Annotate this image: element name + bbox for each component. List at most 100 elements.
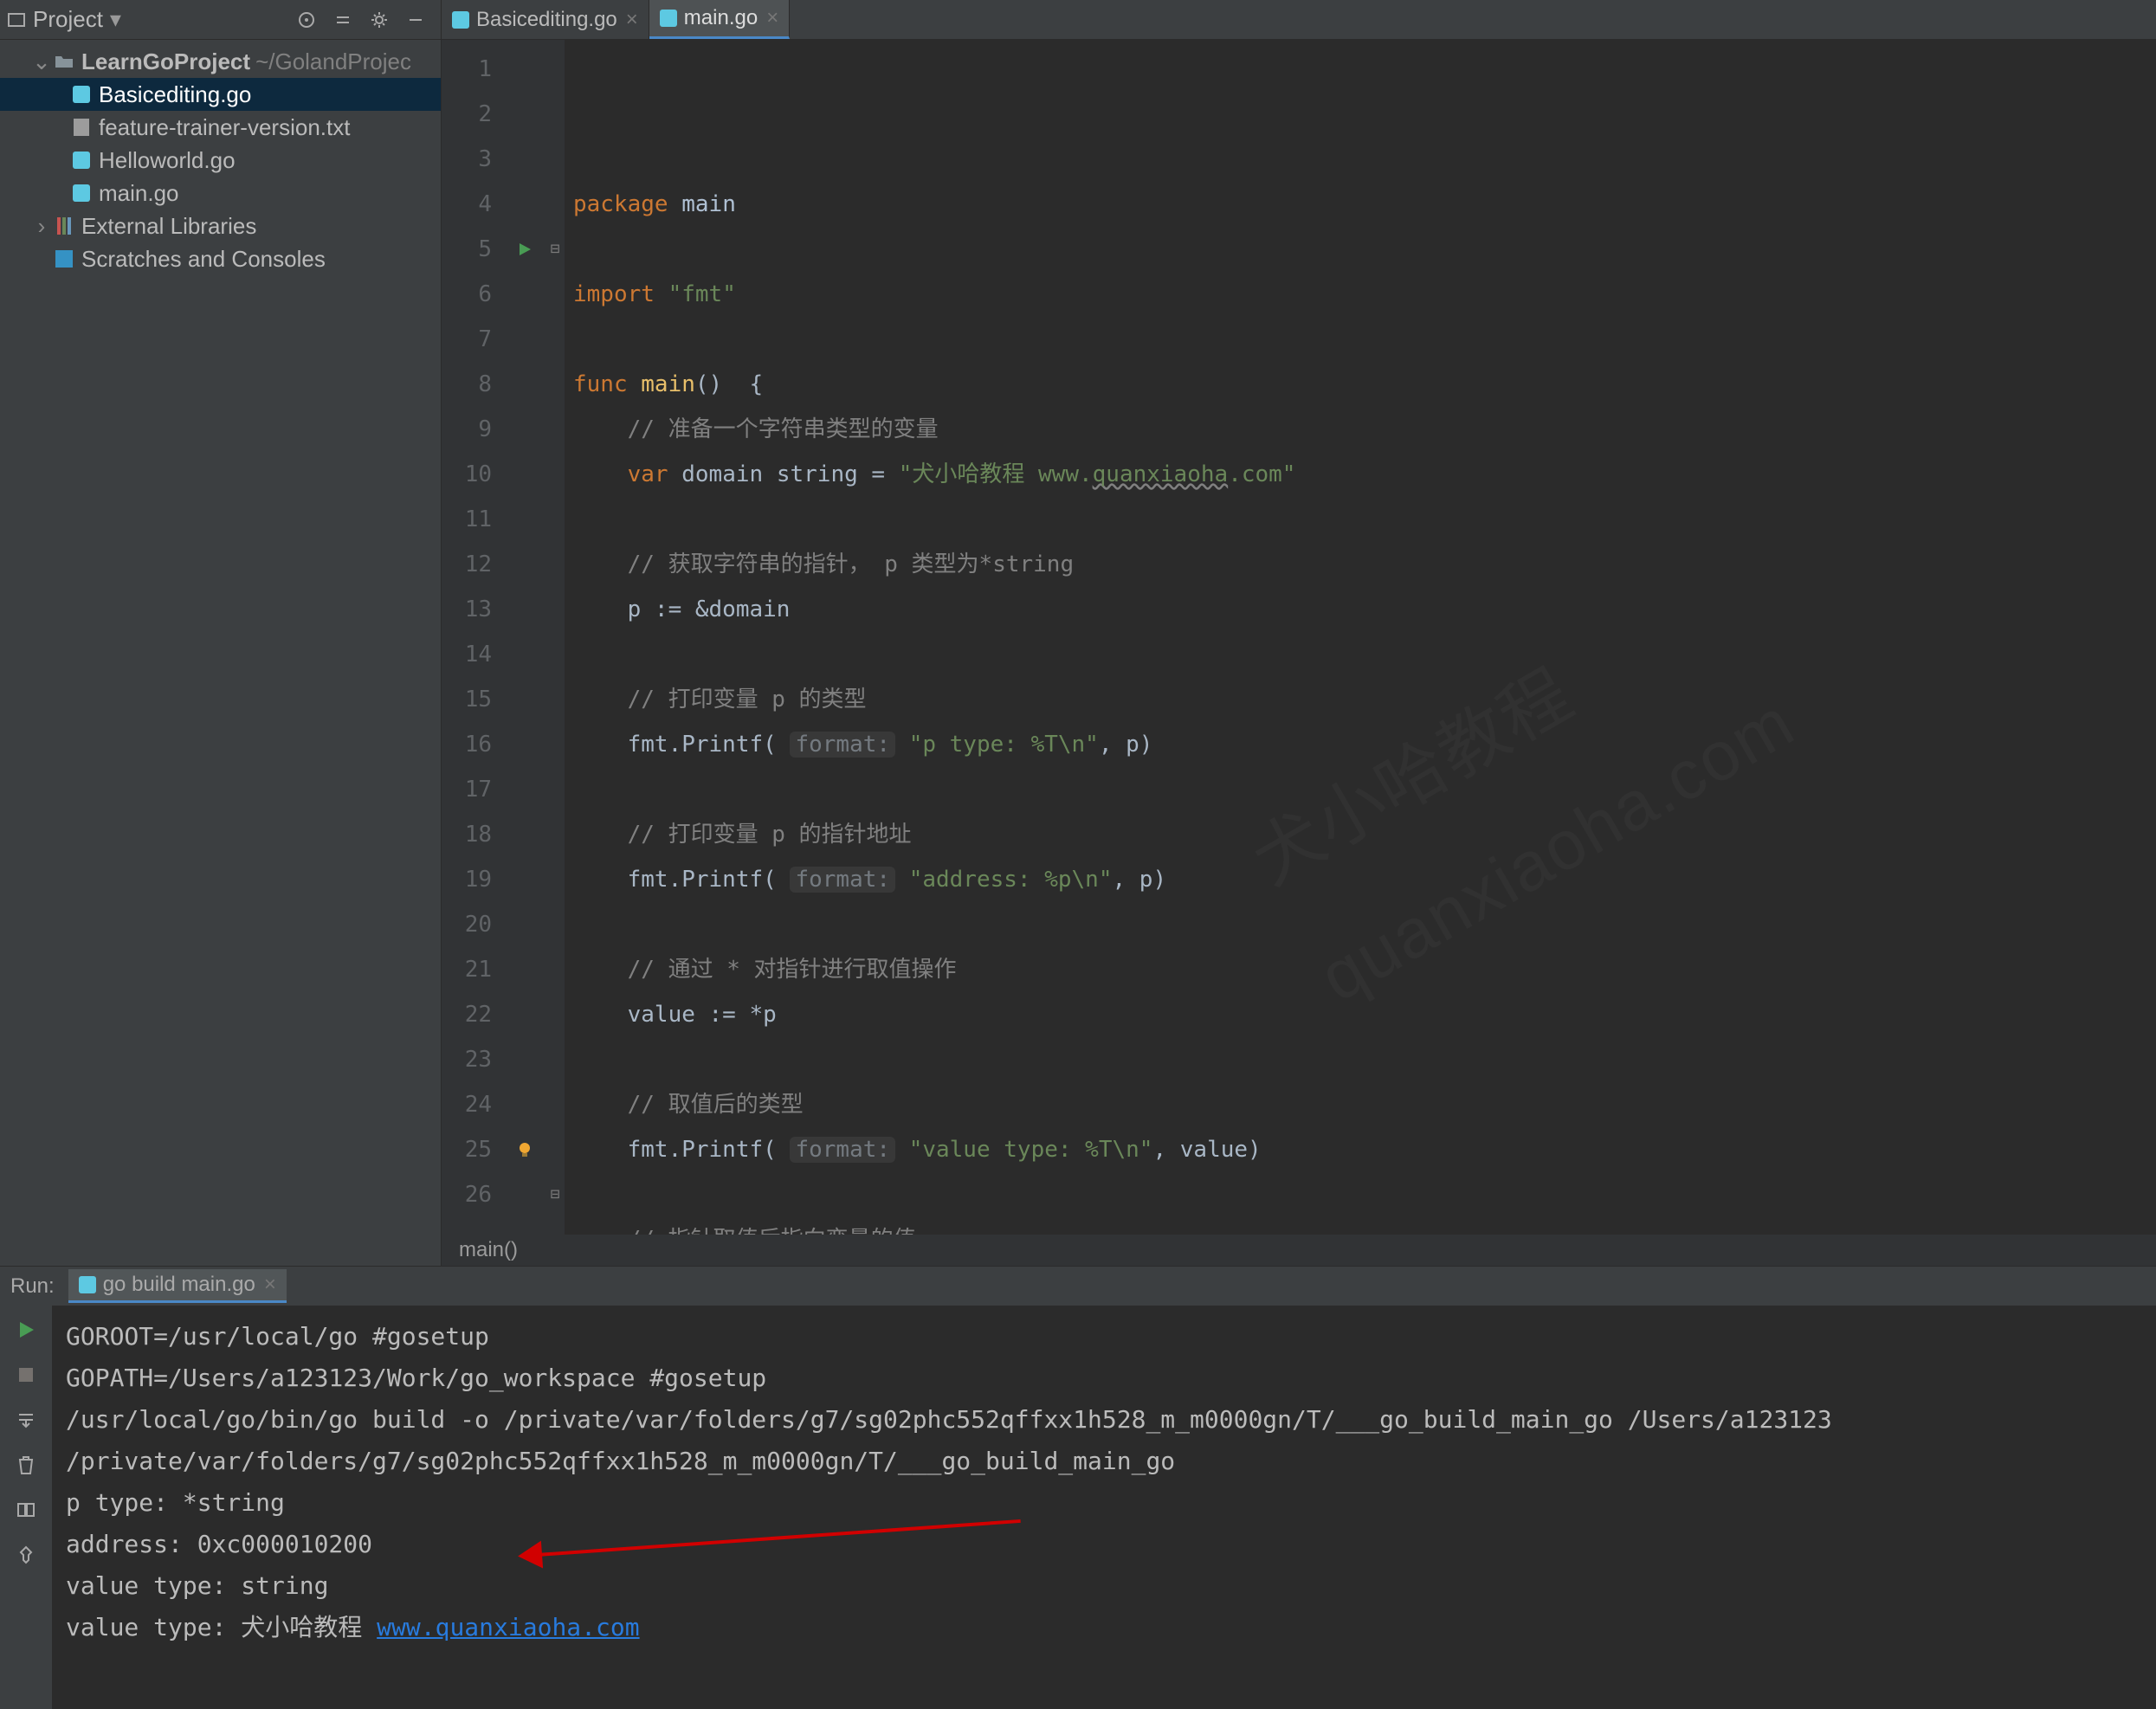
- target-icon[interactable]: [297, 10, 316, 29]
- tree-root-label: LearnGoProject: [81, 48, 250, 75]
- go-file-icon: [69, 86, 94, 103]
- console-line: GOPATH=/Users/a123123/Work/go_workspace …: [66, 1358, 2142, 1399]
- code-line[interactable]: // 通过 * 对指针进行取值操作: [573, 947, 2156, 992]
- breadcrumb-label: main(): [459, 1238, 518, 1262]
- scratch-icon: [52, 250, 76, 268]
- go-file-icon: [660, 10, 677, 27]
- hide-icon[interactable]: [406, 10, 425, 29]
- run-header: Run: go build main.go ×: [0, 1266, 2156, 1306]
- console-toolbar: [0, 1306, 52, 1709]
- code-line[interactable]: [573, 1037, 2156, 1082]
- console-output[interactable]: GOROOT=/usr/local/go #gosetupGOPATH=/Use…: [52, 1306, 2156, 1709]
- code-line[interactable]: [573, 632, 2156, 677]
- run-label: Run:: [10, 1274, 55, 1299]
- project-header: Project ▾: [0, 0, 441, 40]
- breadcrumb[interactable]: main(): [442, 1235, 2156, 1266]
- collapse-icon[interactable]: [333, 10, 352, 29]
- intention-bulb-icon[interactable]: [516, 1141, 533, 1158]
- down-icon[interactable]: [16, 1409, 36, 1430]
- chevron-down-icon[interactable]: ⌄: [31, 48, 52, 75]
- editor-tab[interactable]: Basicediting.go ×: [442, 0, 649, 39]
- code-view[interactable]: 犬小哈教程 quanxiaoha.com package main import…: [565, 40, 2156, 1235]
- tree-file-label: main.go: [99, 180, 179, 207]
- editor-area: Basicediting.go × main.go × 123456789101…: [442, 0, 2156, 1266]
- run-tab[interactable]: go build main.go ×: [68, 1269, 287, 1303]
- code-line[interactable]: fmt.Printf( format: "value type: %T\n", …: [573, 1127, 2156, 1172]
- console-line: /usr/local/go/bin/go build -o /private/v…: [66, 1399, 2142, 1441]
- editor-tab-bar: Basicediting.go × main.go ×: [442, 0, 2156, 40]
- console-line: p type: *string: [66, 1482, 2142, 1524]
- code-line[interactable]: [573, 767, 2156, 812]
- code-line[interactable]: [573, 227, 2156, 272]
- tree-file-label: Helloworld.go: [99, 147, 236, 174]
- tree-file-label: feature-trainer-version.txt: [99, 114, 350, 141]
- chevron-down-icon[interactable]: ▾: [110, 6, 121, 33]
- close-icon[interactable]: ×: [766, 6, 778, 30]
- layout-icon[interactable]: [16, 1499, 36, 1520]
- code-line[interactable]: import "fmt": [573, 272, 2156, 317]
- console-line: address: 0xc000010200: [66, 1524, 2142, 1565]
- stop-icon[interactable]: [16, 1364, 36, 1385]
- go-file-icon: [69, 152, 94, 169]
- rerun-icon[interactable]: [16, 1319, 36, 1340]
- code-line[interactable]: func main() {: [573, 362, 2156, 407]
- code-line[interactable]: fmt.Printf( format: "address: %p\n", p): [573, 857, 2156, 902]
- code-line[interactable]: [573, 317, 2156, 362]
- project-panel: Project ▾ ⌄ LearnGoProject: [0, 0, 442, 1266]
- line-numbers: 1234567891011121314151617181920212223242…: [442, 40, 504, 1235]
- close-icon[interactable]: ×: [264, 1273, 276, 1297]
- console-line: /private/var/folders/g7/sg02phc552qffxx1…: [66, 1441, 2142, 1482]
- trash-icon[interactable]: [16, 1454, 36, 1475]
- code-line[interactable]: [573, 902, 2156, 947]
- fold-marks: ⊟⊟: [545, 40, 565, 1235]
- tree-ext-libs[interactable]: › External Libraries: [0, 210, 441, 242]
- go-file-icon: [69, 184, 94, 202]
- code-line[interactable]: // 指针取值后指向变量的值: [573, 1217, 2156, 1235]
- code-line[interactable]: value := *p: [573, 992, 2156, 1037]
- code-line[interactable]: // 获取字符串的指针， p 类型为*string: [573, 542, 2156, 587]
- gutter-icons: [504, 40, 545, 1235]
- tree-file[interactable]: main.go: [0, 177, 441, 210]
- run-tab-label: go build main.go: [103, 1273, 255, 1297]
- folder-icon: [52, 54, 76, 69]
- gear-icon[interactable]: [370, 10, 389, 29]
- tab-label: Basicediting.go: [476, 8, 617, 32]
- go-file-icon: [452, 11, 469, 29]
- pin-icon[interactable]: [16, 1545, 36, 1565]
- close-icon[interactable]: ×: [626, 8, 638, 32]
- code-line[interactable]: // 打印变量 p 的类型: [573, 677, 2156, 722]
- tree-file[interactable]: feature-trainer-version.txt: [0, 111, 441, 144]
- tree-file[interactable]: Basicediting.go: [0, 78, 441, 111]
- tab-label: main.go: [684, 6, 758, 30]
- editor-body[interactable]: 1234567891011121314151617181920212223242…: [442, 40, 2156, 1235]
- console-panel: GOROOT=/usr/local/go #gosetupGOPATH=/Use…: [0, 1306, 2156, 1709]
- code-line[interactable]: [573, 497, 2156, 542]
- text-file-icon: [69, 119, 94, 136]
- code-line[interactable]: fmt.Printf( format: "p type: %T\n", p): [573, 722, 2156, 767]
- code-line[interactable]: // 准备一个字符串类型的变量: [573, 407, 2156, 452]
- code-line[interactable]: p := &domain: [573, 587, 2156, 632]
- code-line[interactable]: package main: [573, 182, 2156, 227]
- panel-title: Project: [33, 6, 103, 33]
- code-line[interactable]: [573, 1172, 2156, 1217]
- console-line: value type: string: [66, 1565, 2142, 1607]
- project-tree[interactable]: ⌄ LearnGoProject ~/GolandProjec Basicedi…: [0, 40, 441, 281]
- run-gutter-icon[interactable]: [517, 242, 533, 257]
- go-file-icon: [79, 1276, 96, 1293]
- code-line[interactable]: // 打印变量 p 的指针地址: [573, 812, 2156, 857]
- tree-root[interactable]: ⌄ LearnGoProject ~/GolandProjec: [0, 45, 441, 78]
- project-icon: [7, 10, 26, 29]
- tree-node-label: External Libraries: [81, 213, 256, 240]
- tree-file[interactable]: Helloworld.go: [0, 144, 441, 177]
- console-line: GOROOT=/usr/local/go #gosetup: [66, 1316, 2142, 1358]
- chevron-right-icon[interactable]: ›: [31, 213, 52, 240]
- tree-file-label: Basicediting.go: [99, 81, 251, 108]
- tree-root-path: ~/GolandProjec: [255, 48, 411, 75]
- code-line[interactable]: // 取值后的类型: [573, 1082, 2156, 1127]
- console-link[interactable]: www.quanxiaoha.com: [377, 1613, 639, 1641]
- editor-tab[interactable]: main.go ×: [649, 0, 790, 39]
- code-line[interactable]: var domain string = "犬小哈教程 www.quanxiaoh…: [573, 452, 2156, 497]
- console-line: value type: 犬小哈教程 www.quanxiaoha.com: [66, 1607, 2142, 1648]
- tree-scratches[interactable]: Scratches and Consoles: [0, 242, 441, 275]
- tree-node-label: Scratches and Consoles: [81, 246, 326, 273]
